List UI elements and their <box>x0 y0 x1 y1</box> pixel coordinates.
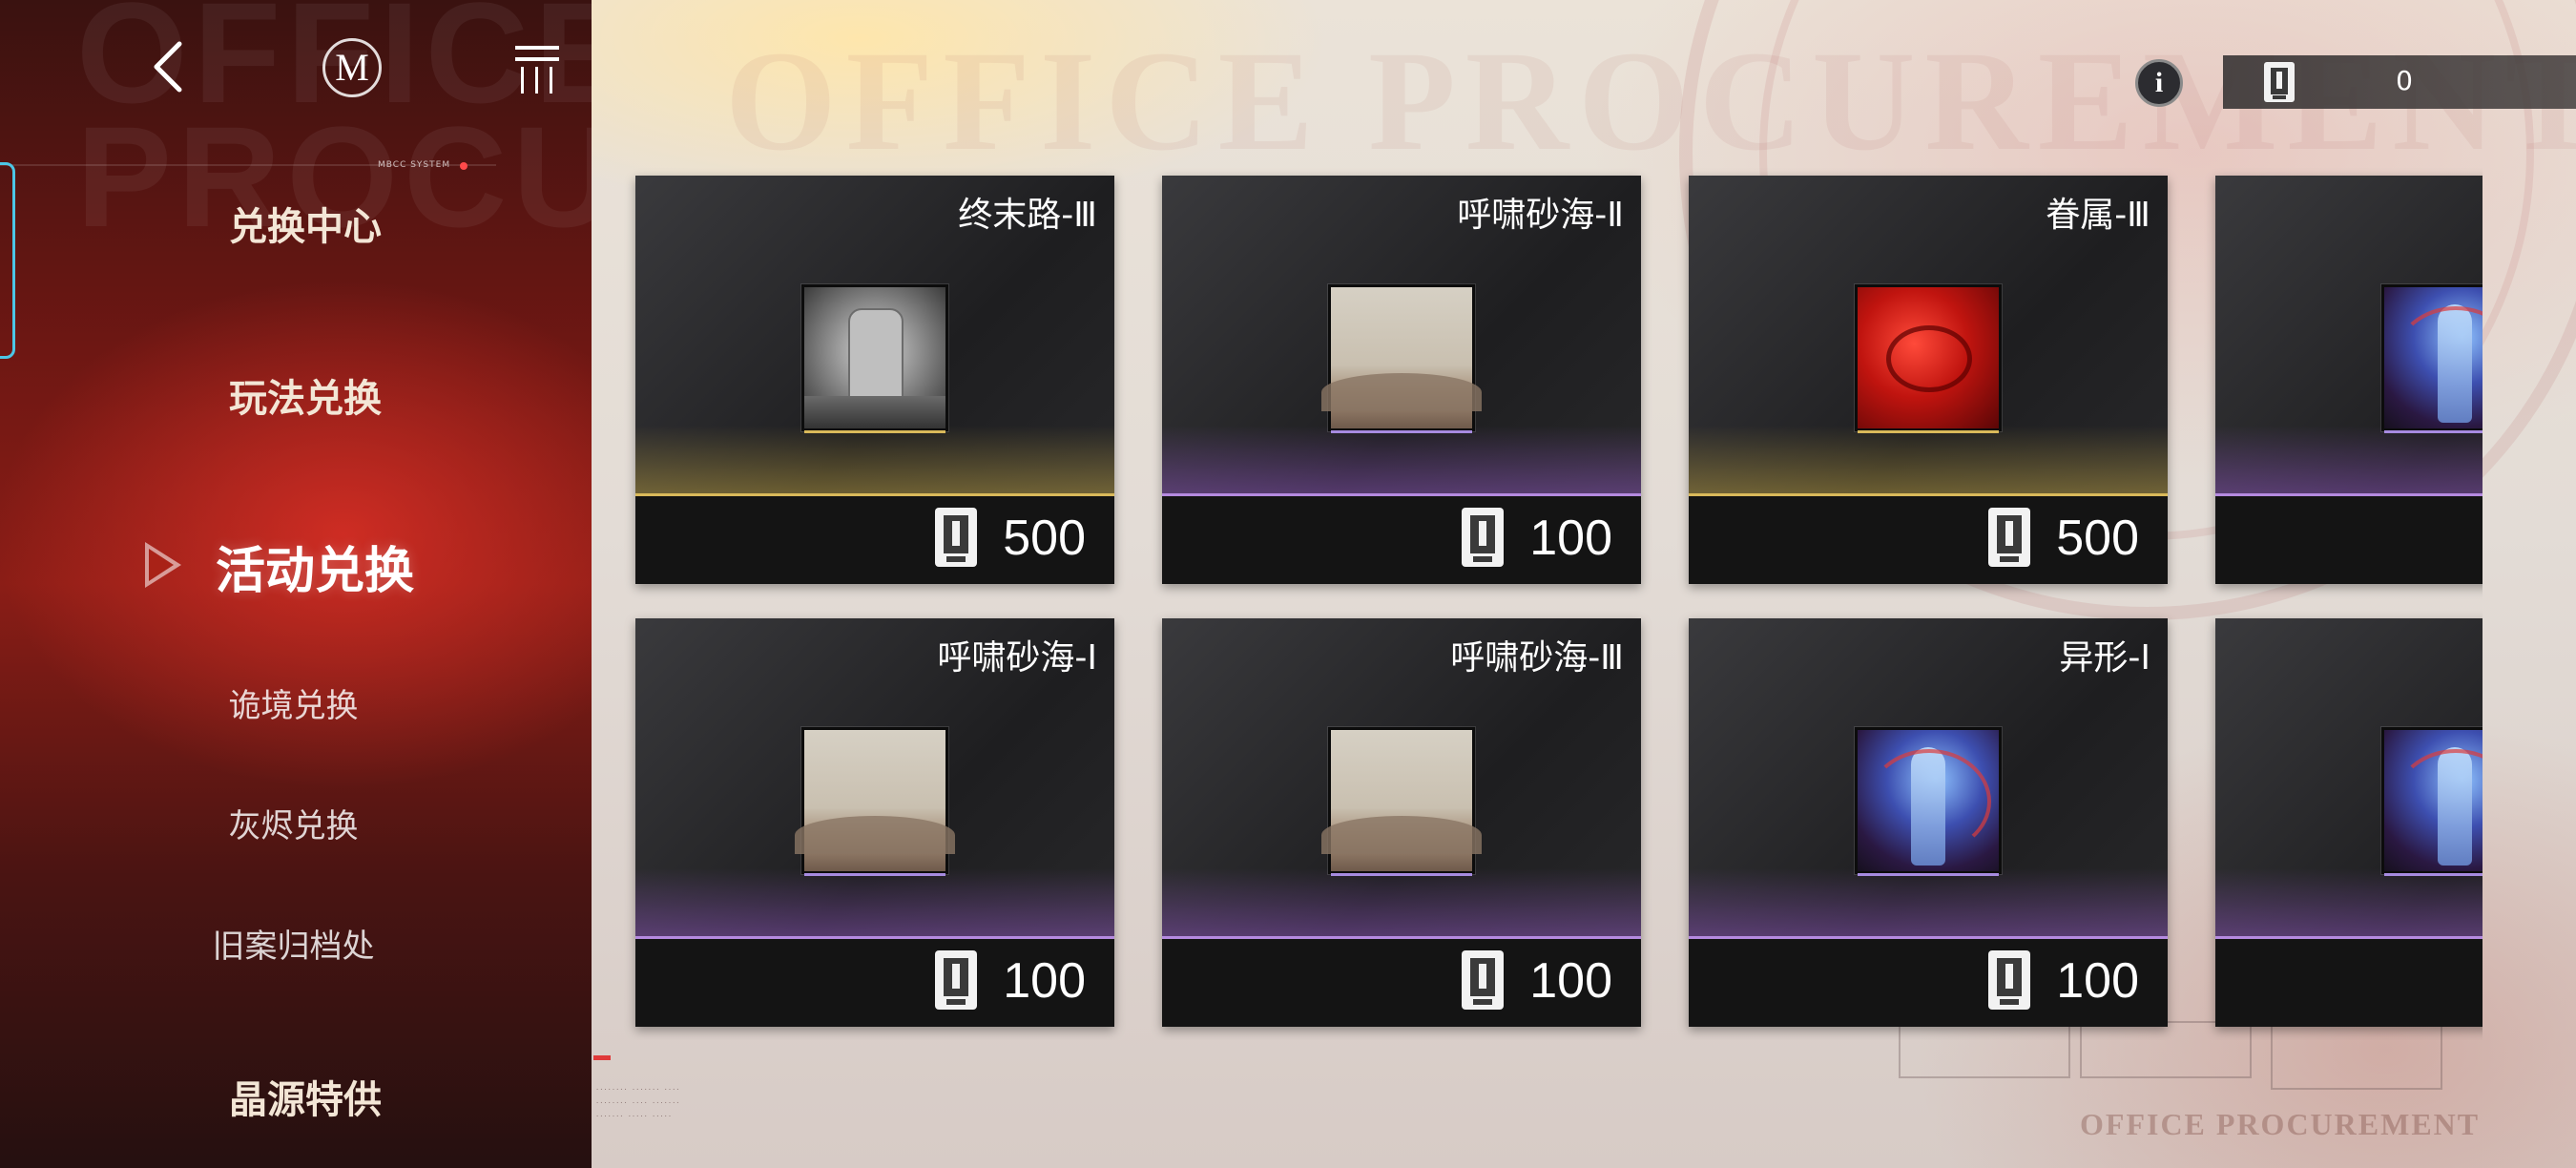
dune-art <box>1321 373 1482 411</box>
card-title: 异形-Ⅰ <box>2059 638 2150 678</box>
price-footer: 100 <box>1162 939 1641 1027</box>
price-footer: 500 <box>635 496 1114 584</box>
token-icon <box>1462 508 1504 567</box>
rarity-glow <box>1162 868 1641 939</box>
card-title: 呼啸砂海-Ⅰ <box>937 638 1097 678</box>
price-footer: 100 <box>1689 939 2168 1027</box>
exchange-card[interactable]: 眷属-Ⅲ 500 <box>1689 176 2168 584</box>
exchange-grid-viewport: 终末路-Ⅲ 500 呼啸砂海-Ⅱ 100 眷属-Ⅲ 500 呼啸砂海-Ⅰ 100… <box>572 143 2483 1040</box>
exchange-card[interactable]: 异形-Ⅰ 100 <box>1689 618 2168 1027</box>
token-icon <box>935 508 977 567</box>
rarity-underline <box>2384 873 2483 876</box>
card-title: 眷属-Ⅲ <box>2046 196 2150 235</box>
price-value: 100 <box>2056 953 2139 1009</box>
card-title: 终末路-Ⅲ <box>958 196 1097 235</box>
price-footer: 100 <box>1162 496 1641 584</box>
rarity-glow <box>635 868 1114 939</box>
item-thumbnail <box>1855 284 2002 433</box>
rarity-glow <box>635 426 1114 496</box>
price-footer: 500 <box>1689 496 2168 584</box>
item-thumbnail <box>795 727 955 876</box>
price-value: 100 <box>1529 511 1612 566</box>
rarity-underline <box>1858 873 1999 876</box>
art-ground <box>804 396 945 428</box>
rarity-underline <box>804 873 945 876</box>
swirl-art <box>2394 306 2483 411</box>
tombstone-art <box>848 308 904 400</box>
price-value: 500 <box>1003 511 1086 566</box>
exchange-card-partial[interactable] <box>2215 176 2483 584</box>
price-footer: 100 <box>635 939 1114 1027</box>
dune-art <box>1321 816 1482 854</box>
token-icon <box>1462 950 1504 1010</box>
rarity-underline <box>1858 430 1999 433</box>
rarity-glow <box>2215 868 2483 939</box>
item-thumbnail <box>1321 727 1482 876</box>
price-value: 500 <box>2056 511 2139 566</box>
swirl-art <box>1867 749 1991 854</box>
exchange-card[interactable]: 呼啸砂海-Ⅲ 100 <box>1162 618 1641 1027</box>
token-icon <box>1988 950 2030 1010</box>
item-thumbnail <box>2381 284 2483 433</box>
price-value: 100 <box>1529 953 1612 1009</box>
item-thumbnail <box>801 284 948 433</box>
token-icon <box>1988 508 2030 567</box>
rarity-glow <box>1689 426 2168 496</box>
swirl-art <box>2394 749 2483 854</box>
exchange-card[interactable]: 呼啸砂海-Ⅰ 100 <box>635 618 1114 1027</box>
token-icon <box>935 950 977 1010</box>
item-thumbnail <box>2381 727 2483 876</box>
rarity-underline <box>804 430 945 433</box>
exchange-card-partial[interactable] <box>2215 618 2483 1027</box>
rarity-glow <box>2215 426 2483 496</box>
item-thumbnail <box>1855 727 2002 876</box>
rarity-glow <box>1162 426 1641 496</box>
price-footer <box>2215 939 2483 1027</box>
rarity-underline <box>2384 430 2483 433</box>
exchange-grid: 终末路-Ⅲ 500 呼啸砂海-Ⅱ 100 眷属-Ⅲ 500 呼啸砂海-Ⅰ 100… <box>0 0 2576 1168</box>
rarity-underline <box>1331 430 1472 433</box>
exchange-card[interactable]: 呼啸砂海-Ⅱ 100 <box>1162 176 1641 584</box>
rarity-glow <box>1689 868 2168 939</box>
coil-art <box>1886 325 1972 392</box>
exchange-card[interactable]: 终末路-Ⅲ 500 <box>635 176 1114 584</box>
price-value: 100 <box>1003 953 1086 1009</box>
item-thumbnail <box>1321 284 1482 433</box>
card-title: 呼啸砂海-Ⅲ <box>1450 638 1624 678</box>
dune-art <box>795 816 955 854</box>
price-footer <box>2215 496 2483 584</box>
rarity-underline <box>1331 873 1472 876</box>
card-title: 呼啸砂海-Ⅱ <box>1457 196 1624 235</box>
